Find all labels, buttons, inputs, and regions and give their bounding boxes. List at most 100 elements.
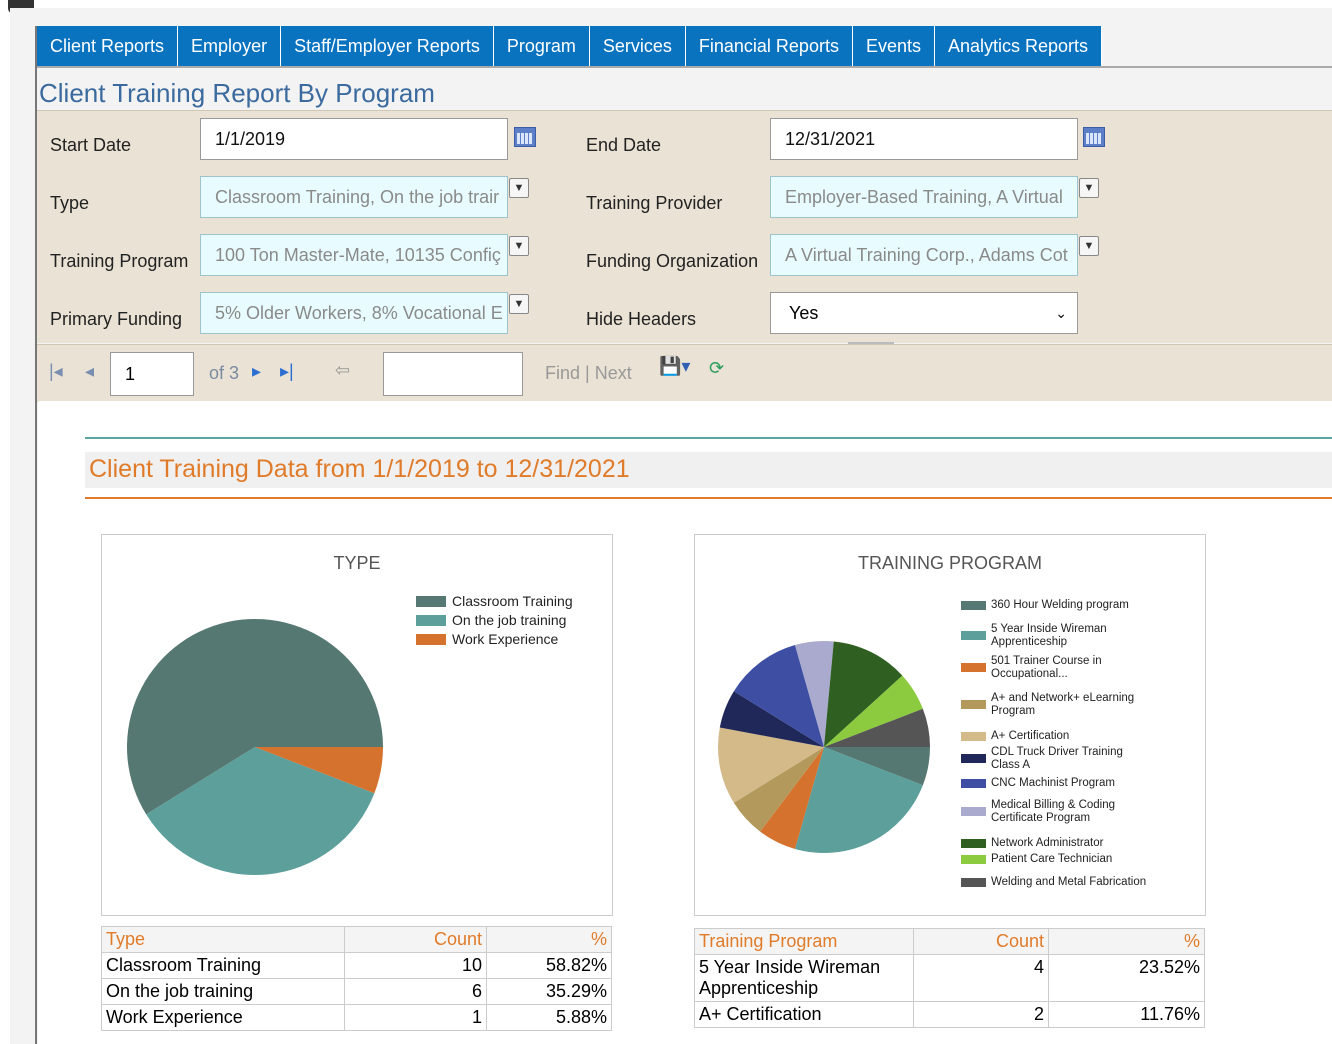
- training-program-chart: TRAINING PROGRAM 360 Hour Welding progra…: [694, 534, 1206, 916]
- training-program-multiselect[interactable]: 100 Ton Master-Mate, 10135 Confiç: [200, 234, 508, 276]
- cell: Work Experience: [101, 1004, 345, 1031]
- first-page-icon[interactable]: |◂: [49, 361, 63, 382]
- chevron-down-icon[interactable]: ▼: [1079, 236, 1099, 256]
- legend-swatch: [961, 807, 986, 816]
- type-table: Type Count % Classroom Training 10 58.82…: [101, 926, 612, 1031]
- hide-headers-value: Yes: [789, 303, 819, 323]
- type-label: Type: [50, 193, 90, 213]
- end-date-input[interactable]: 12/31/2021: [770, 118, 1078, 160]
- table-row: Work Experience 1 5.88%: [101, 1004, 612, 1031]
- nav-divider: [37, 66, 1332, 68]
- find-input[interactable]: [383, 352, 523, 396]
- calendar-icon[interactable]: [514, 127, 536, 147]
- cell: 11.76%: [1048, 1001, 1205, 1028]
- legend-label: 5 Year Inside Wireman Apprenticeship: [991, 623, 1107, 648]
- training-provider-label: Training Provider: [586, 193, 723, 213]
- teal-rule: [85, 437, 1332, 439]
- previous-page-icon[interactable]: ◂: [85, 361, 94, 382]
- legend-label: Medical Billing & Coding Certificate Pro…: [991, 799, 1116, 824]
- funding-organization-label: Funding Organization: [586, 251, 759, 271]
- legend-label: A+ Certification: [991, 730, 1070, 742]
- funding-organization-multiselect[interactable]: A Virtual Training Corp., Adams Cot: [770, 234, 1078, 276]
- legend-swatch: [961, 855, 986, 864]
- cell: 6: [344, 978, 487, 1005]
- legend-swatch: [416, 634, 446, 645]
- cell: 23.52%: [1048, 954, 1205, 1002]
- tab-financial-reports[interactable]: Financial Reports: [685, 26, 853, 66]
- page-count: of 3: [209, 363, 240, 383]
- export-icon[interactable]: 💾▾: [659, 356, 690, 377]
- table-row: Classroom Training 10 58.82%: [101, 952, 612, 979]
- cell: 1: [344, 1004, 487, 1031]
- program-pie: [718, 641, 930, 853]
- program-table: Training Program Count % 5 Year Inside W…: [694, 928, 1205, 1028]
- cell: 5.88%: [486, 1004, 612, 1031]
- legend-swatch: [961, 878, 986, 887]
- table-row: 5 Year Inside Wireman Apprenticeship 4 2…: [694, 954, 1205, 1002]
- tab-staff-employer-reports[interactable]: Staff/Employer Reports: [281, 26, 494, 66]
- legend-label: 360 Hour Welding program: [991, 599, 1129, 611]
- chevron-down-icon[interactable]: ▼: [509, 294, 529, 314]
- tab-program[interactable]: Program: [493, 26, 590, 66]
- legend-label: On the job training: [452, 612, 567, 628]
- page-number-input[interactable]: 1: [110, 352, 194, 396]
- top-strip: [0, 0, 1332, 8]
- primary-funding-multiselect[interactable]: 5% Older Workers, 8% Vocational E: [200, 292, 508, 334]
- tab-analytics-reports[interactable]: Analytics Reports: [934, 26, 1103, 66]
- main-nav: Client Reports Employer Staff/Employer R…: [37, 26, 1103, 66]
- primary-funding-label: Primary Funding: [50, 309, 183, 329]
- type-pie: [127, 619, 383, 875]
- legend-label: CDL Truck Driver Training Class A: [991, 746, 1123, 771]
- chevron-down-icon[interactable]: ▼: [509, 178, 529, 198]
- cell: 2: [913, 1001, 1049, 1028]
- column-header: Training Program: [694, 928, 914, 955]
- hide-headers-select[interactable]: Yes ⌄: [770, 292, 1078, 334]
- chevron-down-icon[interactable]: ▼: [509, 236, 529, 256]
- table-row: A+ Certification 2 11.76%: [694, 1001, 1205, 1028]
- last-page-icon[interactable]: ▸|: [280, 361, 294, 382]
- find-next-link[interactable]: Find | Next: [545, 363, 632, 384]
- legend-label: CNC Machinist Program: [991, 777, 1115, 789]
- cell: 5 Year Inside Wireman Apprenticeship: [694, 954, 914, 1002]
- cell: 10: [344, 952, 487, 979]
- cell: 4: [913, 954, 1049, 1002]
- next-page-icon[interactable]: ▸: [252, 361, 261, 382]
- parameters-panel: Start Date 1/1/2019 End Date 12/31/2021 …: [37, 110, 1332, 343]
- column-header: Count: [344, 926, 487, 953]
- refresh-icon[interactable]: ⟳: [709, 358, 724, 379]
- tab-client-reports[interactable]: Client Reports: [37, 26, 179, 66]
- table-header-row: Training Program Count %: [694, 928, 1205, 955]
- start-date-label: Start Date: [50, 135, 132, 155]
- legend-swatch: [961, 601, 986, 610]
- start-date-input[interactable]: 1/1/2019: [200, 118, 508, 160]
- chevron-down-icon[interactable]: ▼: [1079, 178, 1099, 198]
- legend-label: Classroom Training: [452, 593, 573, 609]
- column-header: Count: [913, 928, 1049, 955]
- orange-rule: [85, 497, 1332, 499]
- hide-headers-label: Hide Headers: [586, 309, 697, 329]
- legend-label: Work Experience: [452, 631, 559, 647]
- training-provider-multiselect[interactable]: Employer-Based Training, A Virtual: [770, 176, 1078, 218]
- cell: 58.82%: [486, 952, 612, 979]
- tab-services[interactable]: Services: [589, 26, 686, 66]
- legend-swatch: [961, 663, 986, 672]
- cell: A+ Certification: [694, 1001, 914, 1028]
- legend-swatch: [961, 779, 986, 788]
- tab-employer[interactable]: Employer: [178, 26, 282, 66]
- legend-swatch: [961, 754, 986, 763]
- legend-label: Patient Care Technician: [991, 853, 1113, 865]
- legend-swatch: [416, 596, 446, 607]
- end-date-label: End Date: [586, 135, 662, 155]
- legend-label: A+ and Network+ eLearning Program: [991, 692, 1135, 717]
- legend-label: Welding and Metal Fabrication: [991, 876, 1147, 888]
- report-toolbar: |◂ ◂ 1 of 3 ▸ ▸| ⇦ Find | Next 💾▾ ⟳: [37, 344, 1332, 402]
- back-icon[interactable]: ⇦: [335, 360, 350, 381]
- training-program-label: Training Program: [50, 251, 189, 271]
- type-chart: TYPE Classroom Training On the job train…: [101, 534, 613, 916]
- tab-events[interactable]: Events: [852, 26, 935, 66]
- chevron-down-icon: ⌄: [1055, 305, 1067, 321]
- type-multiselect[interactable]: Classroom Training, On the job trair: [200, 176, 508, 218]
- calendar-icon[interactable]: [1083, 127, 1105, 147]
- cell: Classroom Training: [101, 952, 345, 979]
- column-header: %: [1048, 928, 1205, 955]
